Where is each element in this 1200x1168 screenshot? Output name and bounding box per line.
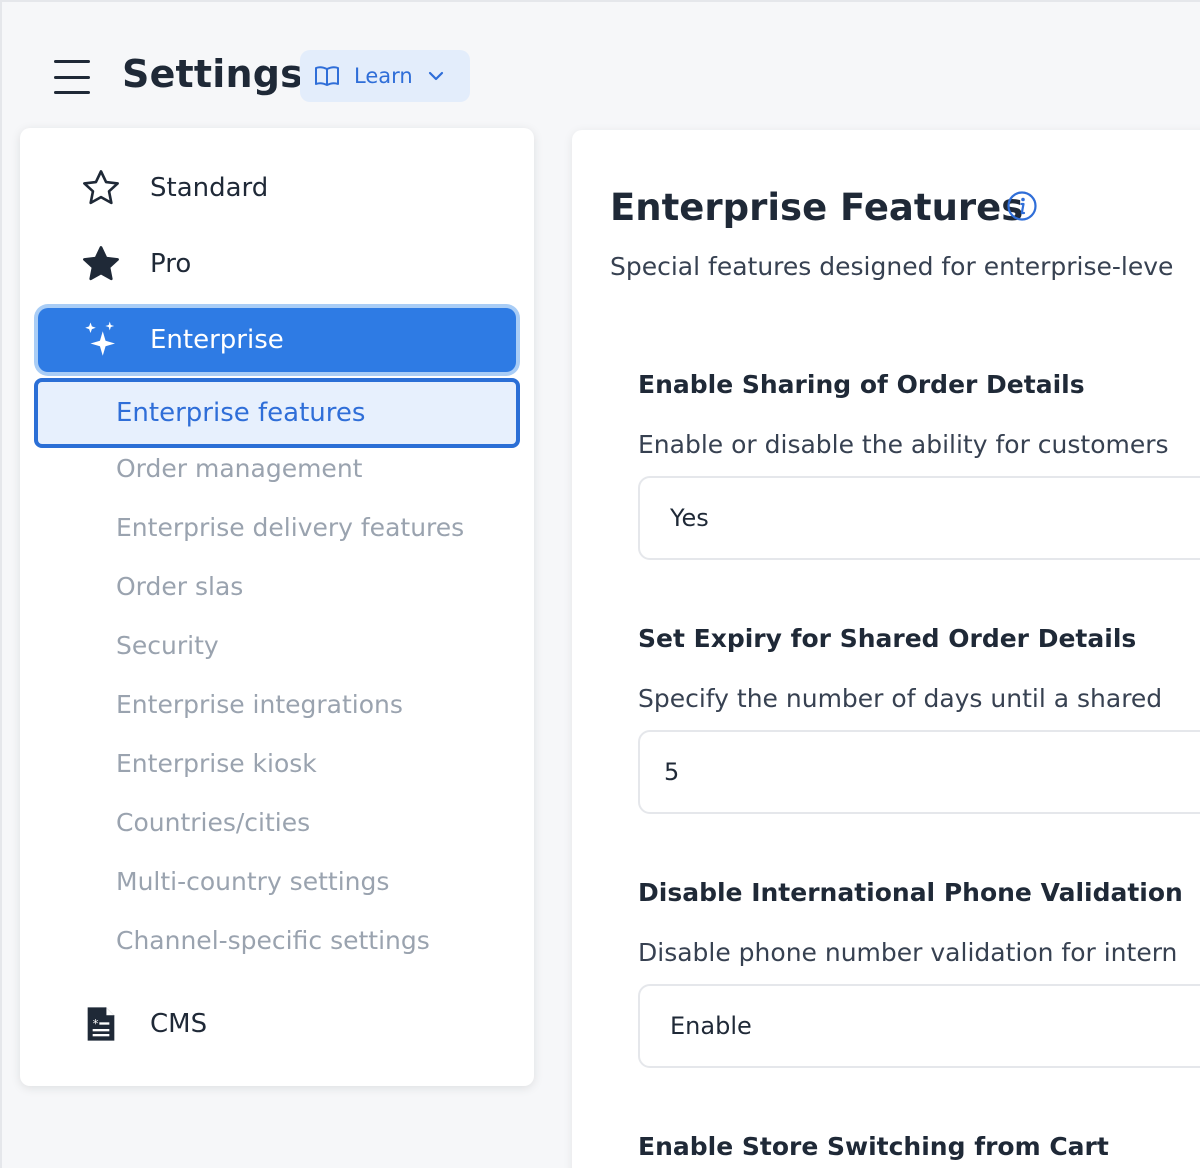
page-title: Settings xyxy=(122,52,303,96)
sidebar-item-label: Pro xyxy=(150,249,192,279)
field-label-sharing: Enable Sharing of Order Details xyxy=(638,370,1085,399)
sidebar-item-enterprise[interactable]: Enterprise xyxy=(38,308,516,372)
sidebar-item-cms[interactable]: * CMS xyxy=(38,992,516,1056)
sidebar-subitem-enterprise-delivery-features[interactable]: Enterprise delivery features xyxy=(116,513,464,542)
sidebar-item-pro[interactable]: Pro xyxy=(38,232,516,296)
sidebar-item-label: Standard xyxy=(150,173,269,203)
field-label-expiry: Set Expiry for Shared Order Details xyxy=(638,624,1137,653)
field-description-phone-validation: Disable phone number validation for inte… xyxy=(638,938,1178,967)
sidebar-subitem-security[interactable]: Security xyxy=(116,631,219,660)
header: Settings Learn xyxy=(2,2,1200,122)
sidebar-subitem-multi-country-settings[interactable]: Multi-country settings xyxy=(116,867,389,896)
sidebar-subitem-enterprise-integrations[interactable]: Enterprise integrations xyxy=(116,690,403,719)
sidebar-subitem-label: Enterprise features xyxy=(116,398,366,428)
sharing-select[interactable]: Yes xyxy=(638,476,1200,560)
chevron-down-icon xyxy=(428,71,443,81)
sidebar-subitem-enterprise-features[interactable]: Enterprise features xyxy=(34,378,520,448)
phone-validation-select-value: Enable xyxy=(670,1012,752,1040)
sidebar-item-label: Enterprise xyxy=(150,325,284,355)
sidebar-subitem-order-management[interactable]: Order management xyxy=(116,454,362,483)
hamburger-menu-icon[interactable] xyxy=(54,60,90,94)
section-description: Special features designed for enterprise… xyxy=(610,252,1174,281)
book-icon xyxy=(315,66,339,86)
main-panel: Enterprise Features Special features des… xyxy=(572,130,1200,1168)
expiry-days-input[interactable]: 5 xyxy=(638,730,1200,814)
section-title: Enterprise Features xyxy=(610,186,1024,229)
sharing-select-value: Yes xyxy=(670,504,709,532)
sidebar-item-standard[interactable]: Standard xyxy=(38,156,516,220)
learn-label: Learn xyxy=(354,64,413,88)
field-description-sharing: Enable or disable the ability for custom… xyxy=(638,430,1169,459)
field-label-store-switching: Enable Store Switching from Cart xyxy=(638,1132,1109,1161)
svg-text:*: * xyxy=(93,1016,99,1030)
sidebar-item-label: CMS xyxy=(150,1009,208,1039)
document-icon: * xyxy=(80,1003,122,1045)
sidebar-subitem-enterprise-kiosk[interactable]: Enterprise kiosk xyxy=(116,749,317,778)
star-outline-icon xyxy=(80,167,122,209)
expiry-days-value: 5 xyxy=(664,758,680,786)
sidebar: Standard Pro Enterprise Enterprise featu… xyxy=(20,128,534,1086)
field-label-phone-validation: Disable International Phone Validation xyxy=(638,878,1183,907)
phone-validation-select[interactable]: Enable xyxy=(638,984,1200,1068)
sidebar-subitem-order-slas[interactable]: Order slas xyxy=(116,572,243,601)
sidebar-subitem-channel-specific-settings[interactable]: Channel-specific settings xyxy=(116,926,430,955)
learn-button[interactable]: Learn xyxy=(300,50,470,102)
sparkles-icon xyxy=(80,319,122,361)
sidebar-subitem-countries-cities[interactable]: Countries/cities xyxy=(116,808,310,837)
field-description-expiry: Specify the number of days until a share… xyxy=(638,684,1163,713)
info-icon[interactable] xyxy=(1006,190,1038,222)
settings-page: Settings Learn Standard Pro Enterprise E… xyxy=(0,0,1200,1168)
star-filled-icon xyxy=(80,243,122,285)
